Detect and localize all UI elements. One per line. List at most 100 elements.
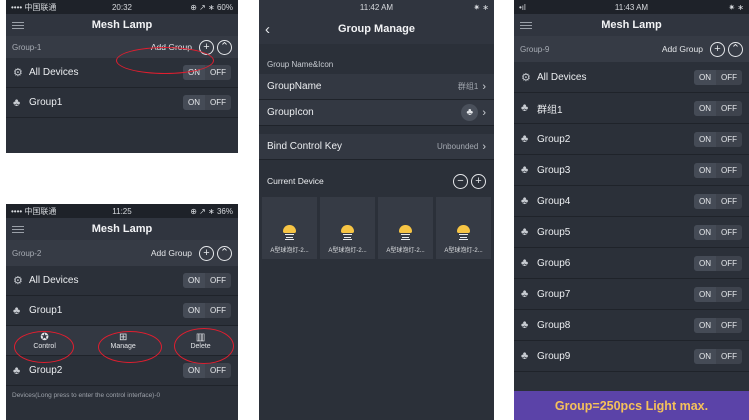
status-time: 11:43 AM [614, 2, 649, 12]
group-icon-row[interactable]: GroupIcon ♣ › [259, 100, 494, 126]
list-item-group[interactable]: ♣ Group7 ON OFF [514, 279, 749, 310]
current-device-label: Current Device [267, 176, 324, 186]
list-item-group[interactable]: ♣ Group6 ON OFF [514, 248, 749, 279]
device-card[interactable]: A型球泡灯-2... [378, 197, 433, 259]
on-button[interactable]: ON [183, 273, 205, 288]
device-card[interactable]: A型球泡灯-2... [262, 197, 317, 259]
status-battery: ⊕ ↗ ∗ 36% [190, 206, 233, 216]
on-button[interactable]: ON [694, 131, 716, 147]
off-button[interactable]: OFF [716, 70, 742, 85]
bulb-icon [283, 225, 296, 233]
add-group-button[interactable]: Add Group [662, 44, 703, 54]
bind-control-key-row[interactable]: Bind Control Key Unbounded › [259, 134, 494, 160]
gear-icon: ⚙ [521, 71, 531, 84]
bulb-icon [399, 225, 412, 233]
on-off-toggle[interactable]: ON OFF [694, 348, 742, 364]
on-button[interactable]: ON [694, 286, 716, 302]
list-item-label: All Devices [537, 71, 587, 83]
group-tree-icon: ♣ [461, 104, 479, 121]
off-button[interactable]: OFF [716, 318, 742, 333]
on-off-toggle[interactable]: ON OFF [183, 273, 231, 288]
add-group-button[interactable]: Add Group [151, 248, 192, 258]
list-item-group[interactable]: ♣ Group9 ON OFF [514, 341, 749, 372]
group-tree-icon: ♣ [521, 319, 529, 331]
settings-menu-icon[interactable] [520, 21, 532, 29]
on-button[interactable]: ON [694, 162, 716, 178]
on-button[interactable]: ON [694, 317, 716, 333]
off-button[interactable]: OFF [205, 65, 231, 80]
device-label: A型球泡灯-2... [386, 248, 425, 254]
list-item-group[interactable]: ♣ Group4 ON OFF [514, 186, 749, 217]
on-button[interactable]: ON [694, 255, 716, 271]
on-off-toggle[interactable]: ON OFF [694, 69, 742, 85]
page-title: Group Manage [337, 23, 415, 35]
group-tree-icon: ♣ [521, 288, 529, 300]
off-button[interactable]: OFF [716, 287, 742, 302]
off-button[interactable]: OFF [716, 256, 742, 271]
on-off-toggle[interactable]: ON OFF [694, 100, 742, 116]
off-button[interactable]: OFF [205, 303, 231, 318]
off-button[interactable]: OFF [716, 225, 742, 240]
bind-control-key-label: Bind Control Key [267, 141, 343, 152]
list-item-all-devices[interactable]: ⚙ All Devices ON OFF [6, 266, 238, 296]
collapse-chevron-up-icon[interactable]: ⌃ [728, 41, 743, 57]
device-label: A型球泡灯-2... [444, 248, 483, 254]
add-plus-icon[interactable]: + [471, 173, 486, 189]
gear-icon: ⚙ [13, 67, 23, 79]
on-off-toggle[interactable]: ON OFF [694, 317, 742, 333]
on-off-toggle[interactable]: ON OFF [694, 193, 742, 209]
off-button[interactable]: OFF [716, 132, 742, 147]
group-name-row[interactable]: GroupName 群组1 › [259, 74, 494, 100]
on-off-toggle[interactable]: ON OFF [183, 363, 231, 378]
group-tree-icon: ♣ [13, 364, 21, 377]
list-item-group[interactable]: ♣ Group2 ON OFF [514, 124, 749, 155]
device-card[interactable]: A型球泡灯-2... [320, 197, 375, 259]
list-item-group[interactable]: ♣ Group3 ON OFF [514, 155, 749, 186]
off-button[interactable]: OFF [205, 273, 231, 288]
on-off-toggle[interactable]: ON OFF [694, 255, 742, 271]
off-button[interactable]: OFF [716, 163, 742, 178]
collapse-chevron-up-icon[interactable]: ⌃ [217, 39, 232, 55]
on-off-toggle[interactable]: ON OFF [694, 286, 742, 302]
device-card[interactable]: A型球泡灯-2... [436, 197, 491, 259]
add-plus-icon[interactable]: + [199, 245, 214, 261]
on-off-toggle[interactable]: ON OFF [183, 95, 231, 110]
on-button[interactable]: ON [694, 193, 716, 209]
collapse-chevron-up-icon[interactable]: ⌃ [217, 245, 232, 261]
gear-icon: ⚙ [13, 275, 23, 287]
list-item-group[interactable]: ♣ 群组1 ON OFF [514, 93, 749, 124]
on-button[interactable]: ON [183, 95, 205, 110]
remove-minus-icon[interactable]: − [453, 173, 468, 189]
off-button[interactable]: OFF [716, 194, 742, 209]
list-item-group1[interactable]: ♣ Group1 ON OFF [6, 296, 238, 326]
on-button[interactable]: ON [183, 363, 205, 378]
settings-menu-icon[interactable] [12, 21, 24, 29]
off-button[interactable]: OFF [205, 363, 231, 378]
off-button[interactable]: OFF [716, 349, 742, 364]
settings-menu-icon[interactable] [12, 225, 24, 233]
list-item-group1[interactable]: ♣ Group1 ON OFF [6, 88, 238, 118]
status-time: 11:42 AM [359, 2, 394, 12]
back-chevron-icon[interactable]: ‹ [265, 21, 270, 38]
nav-bar: Mesh Lamp [6, 14, 238, 36]
screenshot-mesh-lamp-group1: •••• 中国联通 20:32 ⊕ ↗ ∗ 60% Mesh Lamp Grou… [6, 0, 238, 153]
on-off-toggle[interactable]: ON OFF [694, 131, 742, 147]
on-off-toggle[interactable]: ON OFF [694, 162, 742, 178]
list-item-group[interactable]: ♣ Group8 ON OFF [514, 310, 749, 341]
highlight-oval [116, 47, 214, 74]
on-off-toggle[interactable]: ON OFF [694, 224, 742, 240]
on-button[interactable]: ON [183, 303, 205, 318]
list-item-label: Group5 [537, 226, 571, 238]
add-plus-icon[interactable]: + [710, 41, 725, 57]
off-button[interactable]: OFF [205, 95, 231, 110]
group-name-label: GroupName [267, 81, 322, 92]
on-button[interactable]: ON [694, 224, 716, 240]
on-off-toggle[interactable]: ON OFF [183, 303, 231, 318]
list-item-group[interactable]: ♣ Group5 ON OFF [514, 217, 749, 248]
on-button[interactable]: ON [694, 100, 716, 116]
list-item-all-devices[interactable]: ⚙ All Devices ON OFF [514, 62, 749, 93]
on-button[interactable]: ON [694, 348, 716, 364]
off-button[interactable]: OFF [716, 101, 742, 116]
on-button[interactable]: ON [694, 69, 716, 85]
status-bar: •••• 中国联通 20:32 ⊕ ↗ ∗ 60% [6, 0, 238, 14]
